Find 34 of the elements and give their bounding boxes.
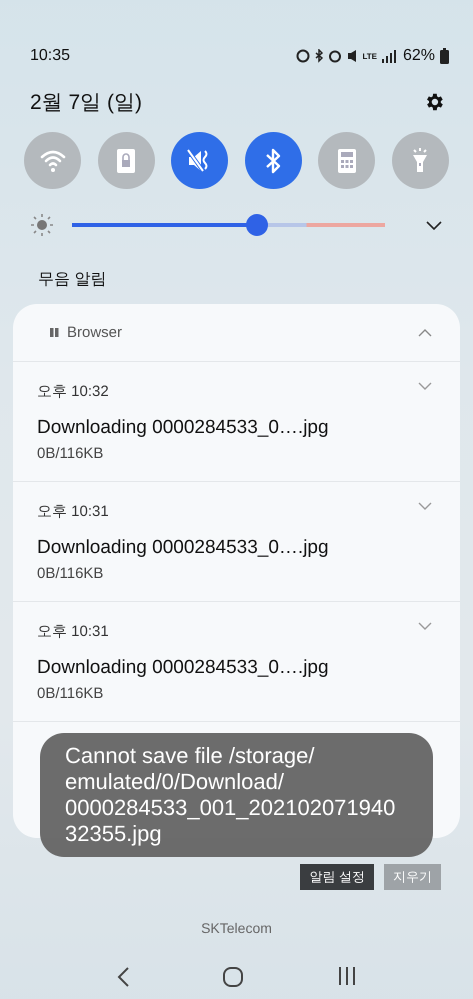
bluetooth-icon [315,49,324,63]
notification-title: Downloading 0000284533_0….jpg [37,537,329,559]
slider-thumb[interactable] [246,214,268,236]
battery-icon [440,48,449,64]
back-icon [116,966,130,988]
notification-settings-button[interactable]: 알림 설정 [300,864,374,890]
collapse-icon[interactable] [418,328,432,337]
app-icon [50,328,59,337]
recent-apps-icon [336,966,357,986]
brightness-slider[interactable] [72,214,385,236]
recent-apps-button[interactable] [336,966,357,988]
file-size-text: 0B/116KB [37,565,104,582]
expand-icon[interactable] [425,219,443,231]
file-size-text: 0B/116KB [37,685,104,702]
back-button[interactable] [116,966,130,988]
brightness-icon [30,213,54,237]
signal-icon [382,49,398,63]
notification-time: 오후 10:31 [37,622,110,641]
carrier-label: SKTelecom [200,920,273,936]
battery-percent: 62% [402,47,435,65]
section-label: 무음 알림 [37,270,108,290]
file-size-text: 0B/116KB [37,445,104,462]
network-type: LTE [362,52,377,60]
error-toast: Cannot save file /storage/emulated/0/Download/0000284533_001_20210207194032355.jpg [40,733,433,857]
notification-time: 오후 10:32 [37,382,110,401]
home-icon [222,966,244,988]
date-text: 2월 7일 (일) [30,90,142,116]
notification-title: Downloading 0000284533_0….jpg [37,657,329,679]
notification-time: 오후 10:31 [37,502,110,521]
home-button[interactable] [222,966,244,988]
status-time: 10:35 [30,47,70,65]
notification-title: Downloading 0000284533_0….jpg [37,417,329,439]
mute-icon [347,49,358,63]
app-name: Browser [67,324,122,341]
